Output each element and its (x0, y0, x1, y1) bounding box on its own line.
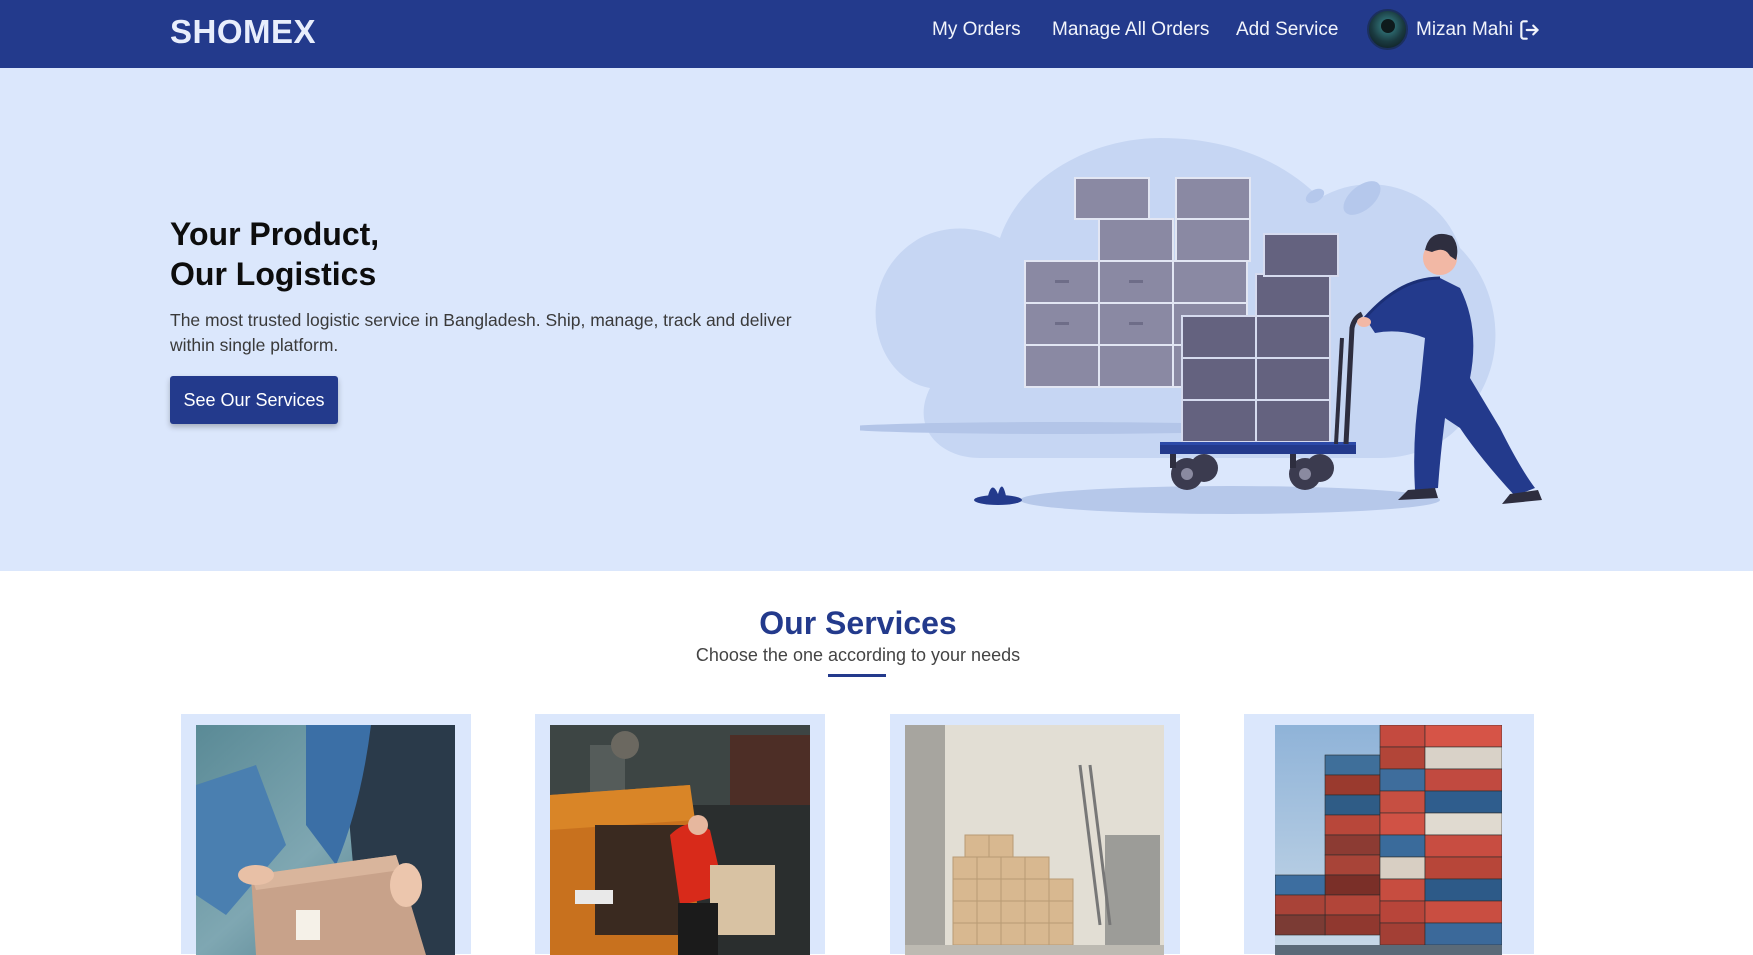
warehouse-boxes-photo (905, 725, 1164, 955)
hero-title-line1: Your Product, (170, 216, 380, 252)
service-card[interactable] (181, 714, 471, 955)
service-card[interactable] (890, 714, 1180, 955)
services-subtitle: Choose the one according to your needs (695, 645, 1021, 665)
services-title: Our Services (759, 605, 957, 641)
see-services-button[interactable]: See Our Services (170, 376, 338, 424)
logout-icon[interactable] (1517, 17, 1543, 43)
service-card[interactable] (1244, 714, 1534, 955)
logistics-illustration (860, 138, 1542, 514)
navbar: SHOMEX My Orders Manage All Orders Add S… (0, 0, 1753, 68)
nav-add-service[interactable]: Add Service (1236, 19, 1338, 41)
nav-my-orders[interactable]: My Orders (932, 19, 1021, 41)
user-avatar[interactable] (1367, 9, 1408, 50)
nav-manage-all-orders[interactable]: Manage All Orders (1052, 19, 1209, 41)
brand-logo[interactable]: SHOMEX (170, 13, 316, 51)
shipping-containers-photo (1275, 725, 1502, 955)
hero-title: Your Product, Our Logistics (170, 214, 379, 294)
hero-description: The most trusted logistic service in Ban… (170, 310, 792, 355)
title-underline (828, 674, 886, 677)
hero-title-line2: Our Logistics (170, 256, 377, 292)
user-name: Mizan Mahi (1416, 19, 1514, 40)
parcel-handover-photo (196, 725, 455, 955)
hero-section: Your Product, Our Logistics The most tru… (0, 68, 1753, 571)
delivery-van-photo (550, 725, 810, 955)
service-card[interactable] (535, 714, 825, 955)
